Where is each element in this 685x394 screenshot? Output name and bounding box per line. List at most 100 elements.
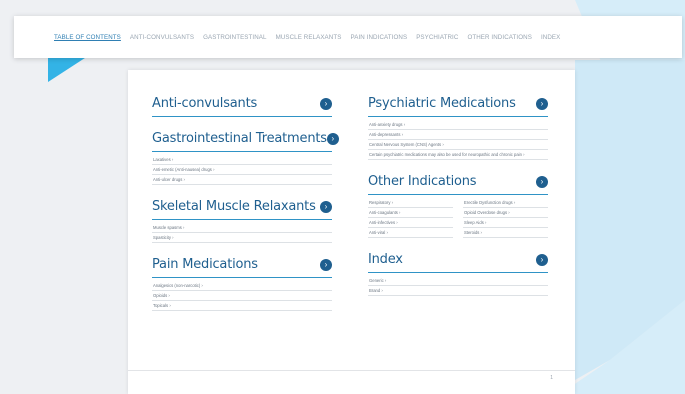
- list-item[interactable]: Anti-depressants ›: [368, 130, 548, 140]
- item-label: Anti-emetic (Anti-nausea) drugs: [153, 167, 212, 172]
- item-list: Muscle spasms › Spasticity ›: [152, 223, 332, 243]
- item-label: Sleep Aids: [464, 220, 484, 225]
- list-item[interactable]: Spasticity ›: [152, 233, 332, 243]
- section-other-indications: Other Indications › Respiratory › Anti-c…: [368, 174, 548, 238]
- chevron-right-icon: ›: [201, 283, 203, 288]
- top-navigation-bar: TABLE OF CONTENTS ANTI-CONVULSANTS GASTR…: [14, 16, 682, 58]
- list-item[interactable]: Steroids ›: [463, 228, 548, 238]
- item-label: Brand: [369, 288, 381, 293]
- section-header: Psychiatric Medications ›: [368, 96, 548, 117]
- arrow-circle-right-icon[interactable]: ›: [536, 97, 548, 110]
- page-number: 1: [550, 375, 553, 381]
- list-item[interactable]: Central Nervous System (CNS) Agents ›: [368, 140, 548, 150]
- item-label: Laxatives: [153, 157, 171, 162]
- list-item[interactable]: Erectile Dysfunction drugs ›: [463, 198, 548, 208]
- item-label: Topicals: [153, 303, 169, 308]
- chevron-right-icon: ›: [513, 200, 516, 205]
- section-header: Other Indications ›: [368, 174, 548, 195]
- list-item[interactable]: Brand ›: [368, 286, 548, 296]
- item-label: Generic: [369, 278, 384, 283]
- chevron-right-icon: ›: [169, 303, 171, 308]
- arrow-circle-right-icon[interactable]: ›: [320, 200, 332, 213]
- footer-divider: [128, 370, 575, 371]
- item-list: Anti-anxiety drugs › Anti-depressants › …: [368, 120, 548, 160]
- list-item[interactable]: Topicals ›: [152, 301, 332, 311]
- list-item[interactable]: Anti-emetic (Anti-nausea) drugs ›: [152, 165, 332, 175]
- item-label: Steroids: [464, 230, 480, 235]
- list-item[interactable]: Anti-viral ›: [368, 228, 453, 238]
- chevron-right-icon: ›: [168, 293, 170, 298]
- list-item[interactable]: Respiratory ›: [368, 198, 453, 208]
- section-header: Anti-convulsants ›: [152, 96, 332, 117]
- section-title[interactable]: Pain Medications: [152, 257, 258, 272]
- item-label: Anti-depressants: [369, 132, 401, 137]
- section-title[interactable]: Gastrointestinal Treatments: [152, 131, 327, 146]
- item-column: Respiratory › Anti-coagulants › Anti-inf…: [368, 198, 453, 238]
- list-item[interactable]: Opioids ›: [152, 291, 332, 301]
- item-list: Analgesics (non-narcotic) › Opioids › To…: [152, 281, 332, 311]
- section-title[interactable]: Other Indications: [368, 174, 477, 189]
- chevron-right-icon: ›: [401, 132, 404, 137]
- chevron-right-icon: ›: [523, 152, 525, 157]
- nav-tab-table-of-contents[interactable]: TABLE OF CONTENTS: [54, 34, 121, 41]
- section-header: Skeletal Muscle Relaxants ›: [152, 199, 332, 220]
- chevron-right-icon: ›: [484, 220, 487, 225]
- item-label: Respiratory: [369, 200, 391, 205]
- list-item[interactable]: Certain psychiatric medications may also…: [368, 150, 548, 160]
- left-column: Anti-convulsants › Gastrointestinal Trea…: [152, 96, 339, 325]
- nav-tab-muscle-relaxants[interactable]: MUSCLE RELAXANTS: [276, 34, 342, 41]
- arrow-circle-right-icon[interactable]: ›: [320, 97, 332, 110]
- chevron-right-icon: ›: [396, 220, 398, 225]
- item-label: Anti-ulcer drugs: [153, 177, 183, 182]
- section-pain-medications: Pain Medications › Analgesics (non-narco…: [152, 257, 332, 311]
- list-item[interactable]: Anti-infectives ›: [368, 218, 453, 228]
- item-list: Generic › Brand ›: [368, 276, 548, 296]
- section-anticonvulsants: Anti-convulsants ›: [152, 96, 332, 117]
- nav-tab-other-indications[interactable]: OTHER INDICATIONS: [467, 34, 532, 41]
- chevron-right-icon: ›: [183, 177, 185, 182]
- section-header: Index ›: [368, 252, 548, 273]
- nav-tab-gastrointestinal[interactable]: GASTROINTESTINAL: [203, 34, 266, 41]
- item-grid: Respiratory › Anti-coagulants › Anti-inf…: [368, 198, 548, 238]
- list-item[interactable]: Anti-coagulants ›: [368, 208, 453, 218]
- callout-pointer: [48, 56, 88, 82]
- nav-tab-psychiatric[interactable]: PSYCHIATRIC: [416, 34, 458, 41]
- item-label: Erectile Dysfunction drugs: [464, 200, 513, 205]
- section-title[interactable]: Skeletal Muscle Relaxants: [152, 199, 316, 214]
- arrow-circle-right-icon[interactable]: ›: [326, 132, 339, 145]
- nav-tab-anti-convulsants[interactable]: ANTI-CONVULSANTS: [130, 34, 194, 41]
- chevron-right-icon: ›: [391, 200, 393, 205]
- chevron-right-icon: ›: [381, 288, 383, 293]
- section-title[interactable]: Anti-convulsants: [152, 96, 257, 111]
- nav-tab-index[interactable]: INDEX: [541, 34, 560, 41]
- section-title[interactable]: Index: [368, 252, 403, 267]
- item-label: Opioid Overdose drugs: [464, 210, 508, 215]
- list-item[interactable]: Anti-anxiety drugs ›: [368, 120, 548, 130]
- item-label: Anti-coagulants: [369, 210, 398, 215]
- chevron-right-icon: ›: [403, 122, 406, 127]
- right-column: Psychiatric Medications › Anti-anxiety d…: [368, 96, 548, 310]
- section-psychiatric: Psychiatric Medications › Anti-anxiety d…: [368, 96, 548, 160]
- arrow-circle-right-icon[interactable]: ›: [320, 258, 332, 271]
- list-item[interactable]: Laxatives ›: [152, 155, 332, 165]
- item-label: Certain psychiatric medications may also…: [369, 152, 522, 157]
- list-item[interactable]: Opioid Overdose drugs ›: [463, 208, 548, 218]
- nav-tab-pain-indications[interactable]: PAIN INDICATIONS: [350, 34, 407, 41]
- item-label: Anti-infectives: [369, 220, 396, 225]
- arrow-circle-right-icon[interactable]: ›: [536, 253, 548, 266]
- chevron-right-icon: ›: [480, 230, 482, 235]
- list-item[interactable]: Anti-ulcer drugs ›: [152, 175, 332, 185]
- chevron-right-icon: ›: [384, 278, 387, 283]
- section-title[interactable]: Psychiatric Medications: [368, 96, 516, 111]
- item-label: Anti-anxiety drugs: [369, 122, 403, 127]
- chevron-right-icon: ›: [399, 210, 401, 215]
- section-gastrointestinal: Gastrointestinal Treatments › Laxatives …: [152, 131, 339, 185]
- list-item[interactable]: Analgesics (non-narcotic) ›: [152, 281, 332, 291]
- list-item[interactable]: Generic ›: [368, 276, 548, 286]
- list-item[interactable]: Muscle spasms ›: [152, 223, 332, 233]
- list-item[interactable]: Sleep Aids ›: [463, 218, 548, 228]
- chevron-right-icon: ›: [171, 157, 174, 162]
- arrow-circle-right-icon[interactable]: ›: [536, 175, 548, 188]
- item-list: Laxatives › Anti-emetic (Anti-nausea) dr…: [152, 155, 332, 185]
- item-label: Analgesics (non-narcotic): [153, 283, 201, 288]
